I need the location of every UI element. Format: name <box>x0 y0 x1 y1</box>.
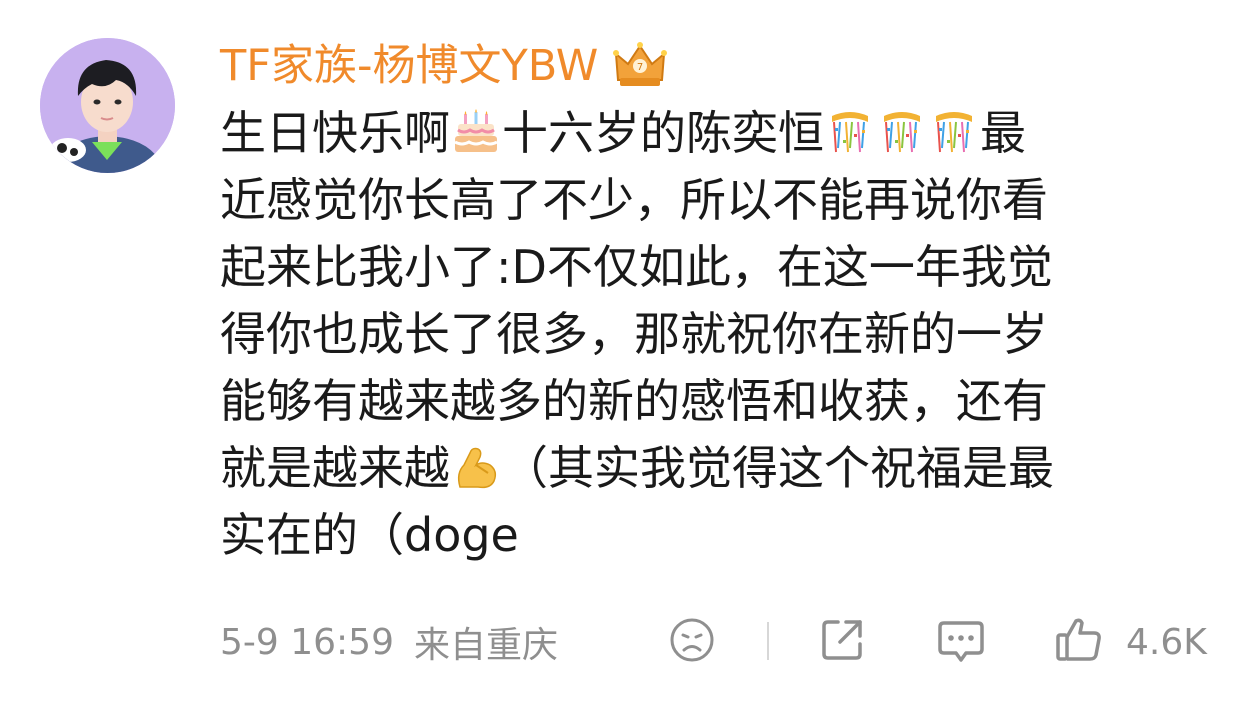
comment-author[interactable]: TF家族-杨博文YBW 7 <box>220 36 668 96</box>
thumbs-up-icon[interactable] <box>1054 615 1104 669</box>
react-button[interactable] <box>668 615 716 669</box>
crown-badge-icon[interactable]: 7 <box>612 40 668 92</box>
text-segment: 生日快乐啊 <box>220 106 450 160</box>
text-segment: 最 <box>980 106 1026 160</box>
comment-meta: 5-9 16:59 来自重庆 <box>220 612 558 672</box>
flexed-biceps-emoji <box>452 442 500 490</box>
comment-button[interactable] <box>936 615 986 669</box>
text-segment: 就是越来越 <box>220 441 450 495</box>
timestamp: 5-9 16:59 <box>220 621 394 663</box>
birthday-cake-emoji <box>452 107 500 155</box>
party-popper-emoji <box>878 107 926 155</box>
comment-line: 能够有越来越多的新的感悟和收获，还有 <box>220 374 1048 428</box>
comment-line: 起来比我小了:D不仅如此，在这一年我觉 <box>220 240 1053 294</box>
comment-line: 就是越来越 （其实我觉得这个祝福是最 <box>220 435 1200 502</box>
comment-line: 近感觉你长高了不少，所以不能再说你看 <box>220 173 1048 227</box>
svg-text:7: 7 <box>637 62 643 73</box>
user-avatar[interactable] <box>40 38 175 173</box>
like-count: 4.6K <box>1126 621 1207 663</box>
comment-line: 生日快乐啊 十六岁的陈奕恒 最 <box>220 100 1200 167</box>
text-segment: （其实我觉得这个祝福是最 <box>502 441 1054 495</box>
divider <box>767 622 769 660</box>
text-segment: 十六岁的陈奕恒 <box>502 106 824 160</box>
comment-line: 实在的（doge <box>220 508 519 562</box>
share-button[interactable] <box>818 615 866 669</box>
comment-line: 得你也成长了很多，那就祝你在新的一岁 <box>220 307 1048 361</box>
party-popper-emoji <box>826 107 874 155</box>
like-button[interactable]: 4.6K <box>1054 615 1207 669</box>
comment-bubble-icon[interactable] <box>936 615 986 669</box>
location: 来自重庆 <box>414 625 559 666</box>
username[interactable]: TF家族-杨博文YBW <box>220 36 598 96</box>
frown-face-icon[interactable] <box>668 616 716 668</box>
party-popper-emoji <box>930 107 978 155</box>
comment-text: 生日快乐啊 十六岁的陈奕恒 最 近感觉你长高了不少，所以不能再说你看 起来比我小… <box>220 100 1200 569</box>
share-icon[interactable] <box>818 616 866 668</box>
